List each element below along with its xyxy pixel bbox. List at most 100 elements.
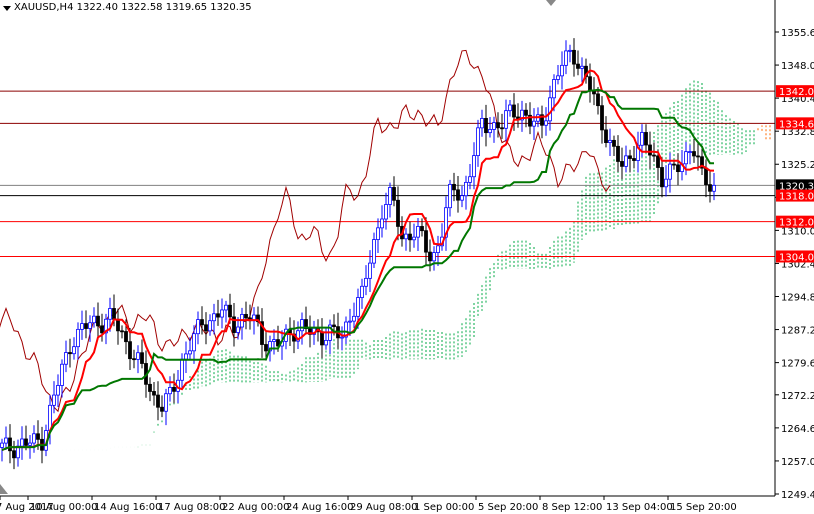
scroll-marker-icon [0,484,8,494]
candle-body [356,297,360,317]
candle-body [96,315,100,327]
candle-body [120,330,124,333]
x-tick-label: 13 Sep 04:00 [606,502,673,513]
candle-body [480,118,484,129]
candle-body [0,442,4,448]
candle-body [376,227,380,240]
candle-body [4,437,8,444]
candle-body [524,109,528,116]
candle-body [620,161,624,167]
candle-body [484,118,488,134]
candle-body [60,363,64,386]
candle-body [420,226,424,232]
candle-body [124,331,128,343]
candle-body [368,262,372,279]
dropdown-triangle-icon[interactable] [3,6,11,11]
candle-body [404,233,408,240]
candle-body [408,233,412,241]
candle-body [600,105,604,131]
x-tick-label: 14 Aug 16:00 [94,502,161,513]
candle-body [224,304,228,311]
x-tick-label: 29 Aug 08:00 [350,502,417,513]
y-tick-label: 1257.00 [781,457,814,468]
candle-body [580,65,584,69]
x-tick-label: 5 Sep 20:00 [478,502,538,513]
candle-body [52,394,56,406]
x-tick-label: 22 Aug 00:00 [222,502,289,513]
candle-body [92,315,96,324]
candle-body [708,184,712,192]
candle-body [156,394,160,408]
candle-body [648,144,652,156]
candle-body [352,315,356,322]
candle-body [692,151,696,157]
candle-body [668,163,672,180]
y-tick-label: 1264.60 [781,424,814,435]
candle-body [168,387,172,395]
y-tick-label: 1287.20 [781,326,814,337]
candle-body [556,75,560,80]
candle-body [500,127,504,130]
candle-body [360,285,364,298]
candle-body [12,450,16,459]
candle-body [188,350,192,355]
candle-body [100,325,104,334]
candle-body [676,164,680,173]
candle-body [436,245,440,253]
candle-body [612,139,616,147]
ohlc-low: 1319.65 [165,2,208,13]
x-tick-label: 10 Aug 00:00 [30,502,97,513]
ohlc-close: 1320.35 [210,2,252,13]
candle-body [372,239,376,264]
candle-body [424,230,428,253]
candle-body [468,176,472,183]
x-tick-label: 17 Aug 08:00 [158,502,225,513]
candle-body [136,352,140,360]
y-tick-label: 1294.80 [781,292,814,303]
candle-body [160,406,164,412]
candle-body [116,318,120,332]
candle-body [432,252,436,262]
candle-body [56,385,60,396]
candle-body [628,155,632,159]
candle-body [208,320,212,332]
candle-body [8,437,12,452]
candle-body [28,442,32,446]
candle-body [448,183,452,209]
candle-body [564,50,568,66]
candle-body [656,155,660,168]
symbol-timeframe: XAUUSD,H4 [14,2,74,13]
candle-body [84,323,88,329]
candle-body [704,167,708,185]
chart-window[interactable]: 1355.601348.001340.401332.801325.201317.… [0,0,814,514]
candle-body [608,139,612,143]
candle-body [72,346,76,355]
candle-body [472,155,476,178]
candle-body [152,391,156,396]
y-tick-label: 1279.60 [781,359,814,370]
candle-body [496,122,500,129]
candle-body [452,183,456,191]
candle-body [624,155,628,167]
price-chart[interactable]: 1355.601348.001340.401332.801325.201317.… [0,0,814,514]
candle-body [148,383,152,392]
candle-body [384,204,388,220]
candle-body [712,184,716,192]
candle-body [548,97,552,122]
level-price-label: 1318.00 [779,192,814,203]
level-price-label: 1312.00 [779,218,814,229]
candle-body [396,199,400,227]
candle-body [572,49,576,65]
candle-body [264,344,268,352]
x-tick-label: 24 Aug 16:00 [286,502,353,513]
candle-body [364,277,368,287]
candle-body [616,145,620,162]
candle-body [388,187,392,205]
candle-body [696,155,700,158]
candle-body [488,129,492,134]
candle-body [684,151,688,165]
shift-marker-icon [546,0,556,6]
candle-body [220,309,224,318]
candle-body [460,195,464,201]
candle-body [216,313,220,318]
